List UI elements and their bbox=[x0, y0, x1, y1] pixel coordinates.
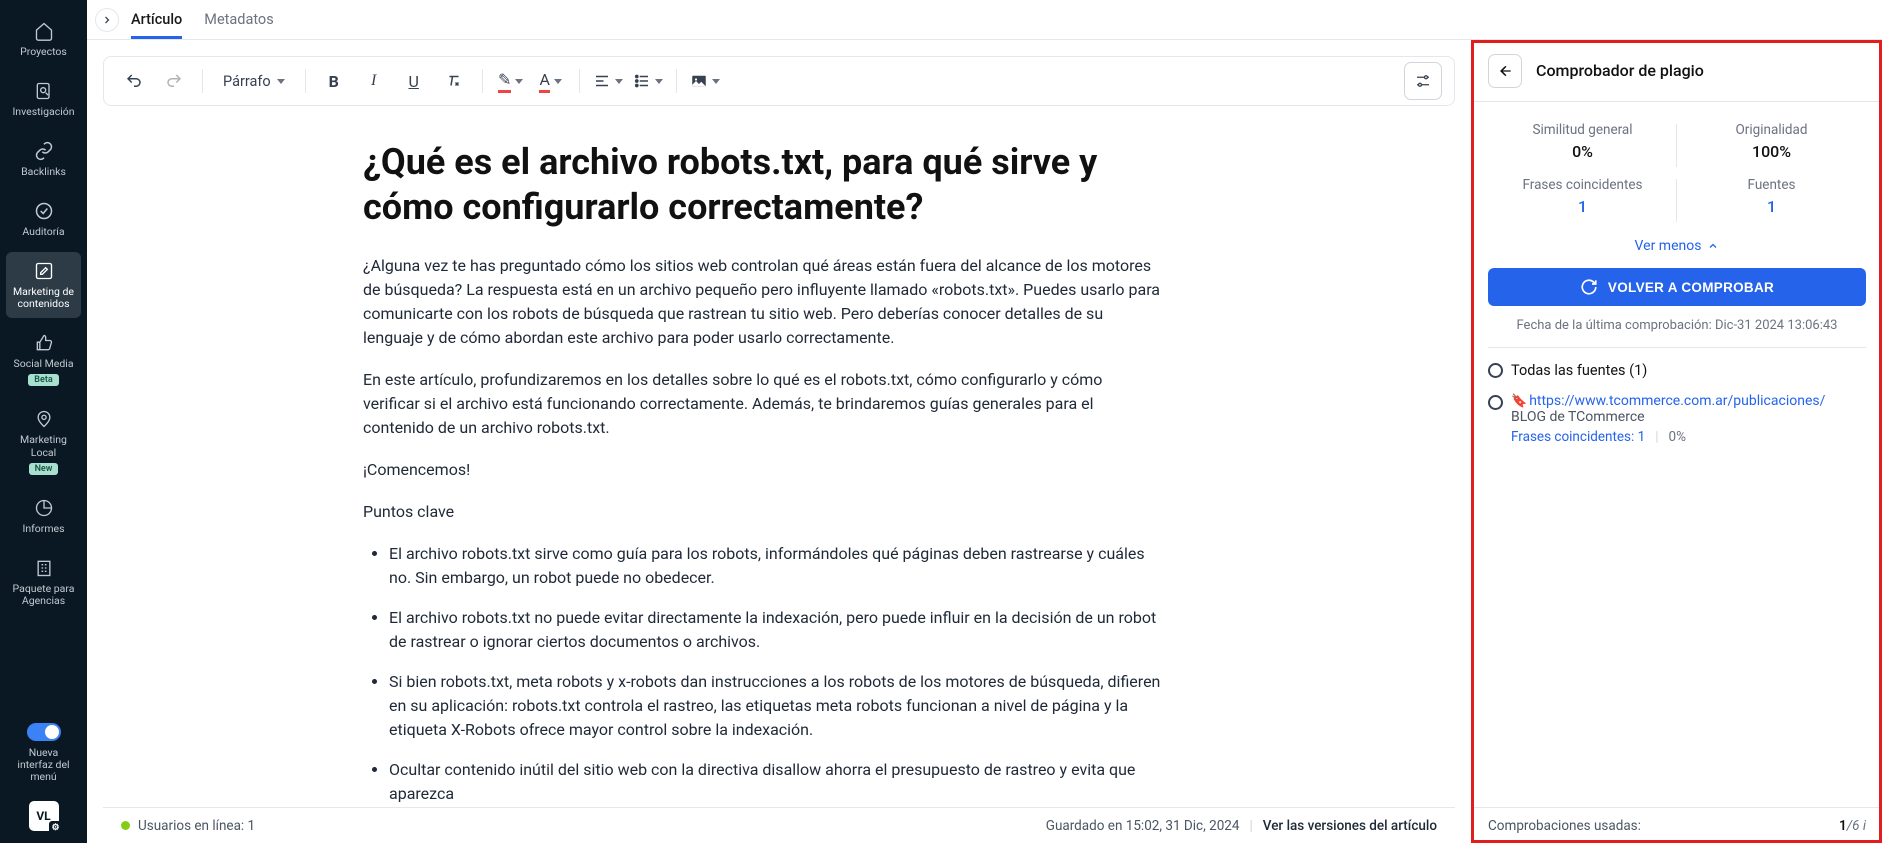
panel-title: Comprobador de plagio bbox=[1536, 61, 1704, 80]
chevron-down-icon bbox=[712, 79, 720, 84]
tab-article[interactable]: Artículo bbox=[131, 1, 182, 39]
highlight-color-button[interactable]: ✎ bbox=[493, 63, 529, 99]
new-menu-toggle[interactable] bbox=[27, 723, 61, 741]
article-body[interactable]: ¿Qué es el archivo robots.txt, para qué … bbox=[103, 106, 1455, 807]
topbar: Artículo Metadatos bbox=[87, 0, 1882, 40]
text-color-button[interactable]: A bbox=[533, 63, 569, 99]
sidebar-item-label: Social Media bbox=[13, 358, 73, 370]
tab-metadata[interactable]: Metadatos bbox=[204, 1, 273, 39]
sidebar-item-label: Paquete para Agencias bbox=[10, 583, 77, 607]
italic-button[interactable]: I bbox=[356, 63, 392, 99]
building-icon bbox=[33, 557, 55, 579]
panel-back-button[interactable] bbox=[1488, 54, 1522, 88]
check-circle-icon bbox=[33, 200, 55, 222]
editor-settings-button[interactable] bbox=[1404, 62, 1442, 100]
user-avatar[interactable]: VL ⚙ bbox=[29, 801, 59, 831]
source-url[interactable]: https://www.tcommerce.com.ar/publicacion… bbox=[1529, 393, 1825, 409]
article-title: ¿Qué es el archivo robots.txt, para qué … bbox=[363, 140, 1163, 230]
radio-icon bbox=[1488, 363, 1503, 378]
chevron-down-icon bbox=[277, 79, 285, 84]
expand-sidebar-button[interactable] bbox=[95, 8, 119, 32]
article-paragraph: ¡Comencemos! bbox=[363, 458, 1163, 482]
article-bullet: Si bien robots.txt, meta robots y x-robo… bbox=[389, 670, 1163, 742]
sidebar-item-informes[interactable]: Informes bbox=[6, 489, 81, 543]
panel-footer: Comprobaciones usadas: 1/6 i bbox=[1472, 807, 1882, 843]
stat-matches: Frases coincidentes 1 bbox=[1488, 173, 1677, 228]
chevron-down-icon bbox=[515, 79, 523, 84]
clear-format-button[interactable] bbox=[436, 63, 472, 99]
sidebar-item-label: Investigación bbox=[12, 106, 74, 118]
source-pct: 0% bbox=[1669, 429, 1686, 445]
redo-button[interactable] bbox=[156, 63, 192, 99]
article-bullet: El archivo robots.txt sirve como guía pa… bbox=[389, 542, 1163, 590]
radio-icon bbox=[1488, 395, 1503, 410]
sidebar-item-label: Auditoría bbox=[22, 226, 64, 238]
undo-button[interactable] bbox=[116, 63, 152, 99]
sidebar-item-label: Marketing Local bbox=[10, 434, 77, 458]
article-bullet: El archivo robots.txt no puede evitar di… bbox=[389, 606, 1163, 654]
bold-button[interactable]: B bbox=[316, 63, 352, 99]
plagiarism-panel: Comprobador de plagio Similitud general … bbox=[1471, 40, 1882, 843]
stat-originality: Originalidad 100% bbox=[1677, 118, 1866, 173]
article-paragraph: ¿Alguna vez te has preguntado cómo los s… bbox=[363, 254, 1163, 350]
refresh-icon bbox=[1580, 278, 1598, 296]
stat-similarity: Similitud general 0% bbox=[1488, 118, 1677, 173]
sidebar-item-marketing-contenidos[interactable]: Marketing de contenidos bbox=[6, 252, 81, 318]
recheck-button[interactable]: VOLVER A COMPROBAR bbox=[1488, 268, 1866, 306]
chevron-down-icon bbox=[655, 79, 663, 84]
chevron-down-icon bbox=[615, 79, 623, 84]
article-bullet: Ocultar contenido inútil del sitio web c… bbox=[389, 758, 1163, 806]
sidebar-item-label: Marketing de contenidos bbox=[10, 286, 77, 310]
source-matches-link[interactable]: Frases coincidentes: 1 bbox=[1511, 429, 1645, 445]
editor-toolbar: Párrafo B I U ✎ A bbox=[103, 56, 1455, 106]
link-icon bbox=[33, 140, 55, 162]
article-paragraph: En este artículo, profundizaremos en los… bbox=[363, 368, 1163, 440]
image-button[interactable] bbox=[687, 63, 723, 99]
pencil-square-icon bbox=[33, 260, 55, 282]
all-sources-option[interactable]: Todas las fuentes (1) bbox=[1488, 362, 1866, 379]
users-online-label: Usuarios en línea: 1 bbox=[138, 818, 255, 834]
bookmark-icon: 🔖 bbox=[1511, 394, 1527, 409]
new-menu-toggle-wrap: Nueva interfaz del menú bbox=[6, 715, 81, 791]
chevron-up-icon bbox=[1707, 240, 1719, 252]
ver-menos-toggle[interactable]: Ver menos bbox=[1488, 228, 1866, 268]
sidebar: Proyectos Investigación Backlinks Audito… bbox=[0, 0, 87, 843]
new-badge: New bbox=[29, 463, 59, 475]
pie-chart-icon bbox=[33, 497, 55, 519]
sidebar-item-auditoria[interactable]: Auditoría bbox=[6, 192, 81, 246]
sidebar-item-paquete-agencias[interactable]: Paquete para Agencias bbox=[6, 549, 81, 615]
sidebar-item-social-media[interactable]: Social Media Beta bbox=[6, 324, 81, 394]
underline-button[interactable]: U bbox=[396, 63, 432, 99]
article-paragraph: Puntos clave bbox=[363, 500, 1163, 524]
location-pin-icon bbox=[33, 408, 55, 430]
sidebar-item-investigacion[interactable]: Investigación bbox=[6, 72, 81, 126]
home-icon bbox=[33, 20, 55, 42]
search-doc-icon bbox=[33, 80, 55, 102]
toggle-label: Nueva interfaz del menú bbox=[10, 747, 77, 783]
saved-timestamp: Guardado en 15:02, 31 Dic, 2024 bbox=[1046, 818, 1240, 834]
stat-sources: Fuentes 1 bbox=[1677, 173, 1866, 228]
view-versions-link[interactable]: Ver las versiones del artículo bbox=[1263, 818, 1437, 834]
sidebar-item-label: Informes bbox=[22, 523, 64, 535]
source-name: BLOG de TCommerce bbox=[1511, 409, 1866, 425]
chevron-down-icon bbox=[554, 79, 562, 84]
source-item[interactable]: 🔖https://www.tcommerce.com.ar/publicacio… bbox=[1488, 393, 1866, 445]
sidebar-item-label: Proyectos bbox=[20, 46, 67, 58]
sidebar-item-marketing-local[interactable]: Marketing Local New bbox=[6, 400, 81, 482]
sidebar-item-label: Backlinks bbox=[21, 166, 66, 178]
beta-badge: Beta bbox=[28, 374, 58, 386]
list-button[interactable] bbox=[630, 63, 666, 99]
online-dot-icon bbox=[121, 821, 130, 830]
editor-footer: Usuarios en línea: 1 Guardado en 15:02, … bbox=[103, 807, 1455, 843]
checks-used-label: Comprobaciones usadas: bbox=[1488, 818, 1641, 834]
sidebar-item-proyectos[interactable]: Proyectos bbox=[6, 12, 81, 66]
align-button[interactable] bbox=[590, 63, 626, 99]
paragraph-style-select[interactable]: Párrafo bbox=[213, 63, 295, 99]
sidebar-item-backlinks[interactable]: Backlinks bbox=[6, 132, 81, 186]
gear-icon: ⚙ bbox=[49, 821, 63, 835]
last-check-date: Fecha de la última comprobación: Dic-31 … bbox=[1488, 306, 1866, 347]
thumb-up-icon bbox=[33, 332, 55, 354]
